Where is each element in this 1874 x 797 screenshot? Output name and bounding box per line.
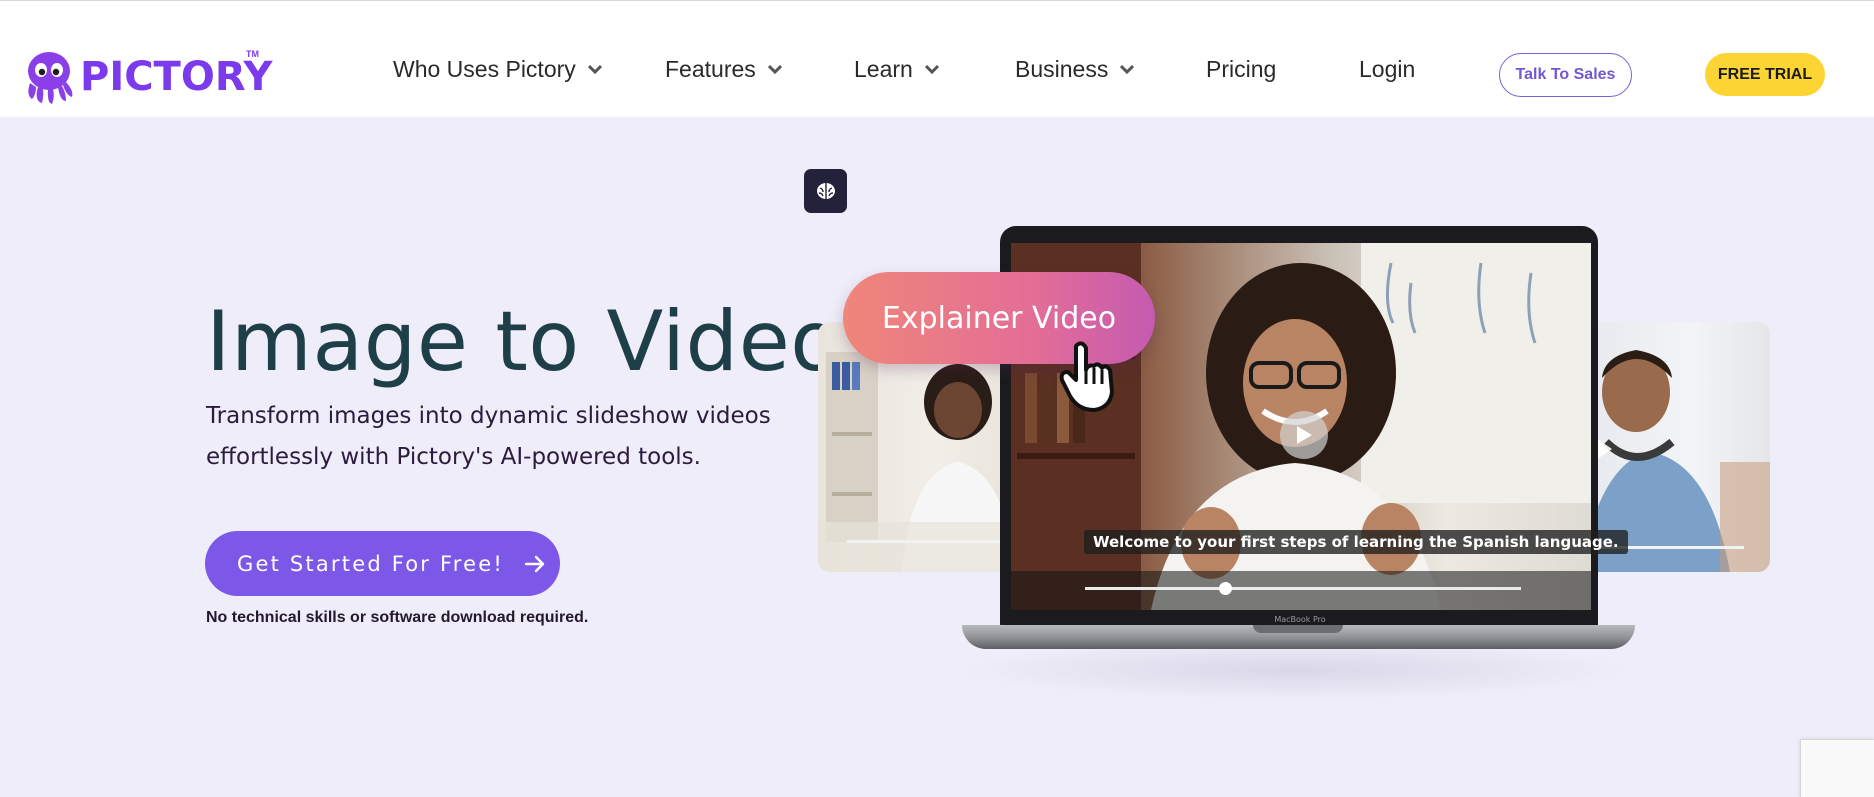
site-header: PICTORY TM Who Uses Pictory Features Lea… bbox=[0, 0, 1874, 117]
hero-subtitle-line: effortlessly with Pictory's AI-powered t… bbox=[206, 444, 701, 470]
laptop-notch bbox=[1253, 625, 1343, 633]
left-card-progress bbox=[847, 540, 1007, 543]
nav-label: Login bbox=[1359, 55, 1416, 82]
hero-note: No technical skills or software download… bbox=[206, 609, 589, 626]
nav-label: Who Uses Pictory bbox=[393, 55, 576, 82]
play-icon bbox=[1297, 426, 1312, 444]
video-caption: Welcome to your first steps of learning … bbox=[1084, 530, 1628, 554]
nav-label: Pricing bbox=[1206, 55, 1277, 82]
get-started-button[interactable]: Get Started For Free! bbox=[205, 531, 560, 596]
video-control-bar bbox=[1011, 571, 1591, 610]
logo-wordmark: PICTORY bbox=[80, 54, 273, 100]
hero-subtitle: Transform images into dynamic slideshow … bbox=[206, 396, 806, 478]
recaptcha-badge[interactable] bbox=[1800, 739, 1874, 797]
trademark-mark: TM bbox=[246, 49, 259, 59]
arrow-right-icon bbox=[524, 555, 545, 572]
chevron-down-icon bbox=[767, 64, 782, 74]
hero-subtitle-line: Transform images into dynamic slideshow … bbox=[206, 403, 771, 429]
nav-pricing[interactable]: Pricing bbox=[1206, 51, 1276, 87]
nav-label: Learn bbox=[854, 55, 913, 82]
laptop-shadow bbox=[960, 640, 1630, 700]
ai-badge bbox=[804, 169, 847, 213]
chevron-down-icon bbox=[924, 64, 939, 74]
talk-to-sales-button[interactable]: Talk To Sales bbox=[1499, 53, 1632, 97]
chevron-down-icon bbox=[587, 64, 602, 74]
play-button[interactable] bbox=[1280, 411, 1328, 459]
laptop-model-label: MacBook Pro bbox=[1274, 615, 1326, 624]
free-trial-button[interactable]: FREE TRIAL bbox=[1705, 53, 1825, 96]
nav-learn[interactable]: Learn bbox=[854, 51, 939, 87]
octopus-logo-icon bbox=[28, 52, 73, 104]
chevron-down-icon bbox=[1120, 64, 1135, 74]
nav-features[interactable]: Features bbox=[665, 51, 782, 87]
pictory-logo[interactable]: PICTORY bbox=[22, 49, 272, 105]
nav-label: Features bbox=[665, 55, 756, 82]
get-started-label: Get Started For Free! bbox=[237, 551, 504, 576]
pointer-hand-icon bbox=[1059, 341, 1114, 412]
video-progress-bar[interactable] bbox=[1085, 582, 1521, 595]
nav-login[interactable]: Login bbox=[1359, 51, 1415, 87]
brain-icon bbox=[816, 183, 835, 199]
page-title: Image to Video bbox=[206, 293, 842, 390]
progress-scrubber[interactable] bbox=[1218, 582, 1232, 595]
nav-business[interactable]: Business bbox=[1015, 51, 1135, 87]
nav-label: Business bbox=[1015, 55, 1109, 82]
nav-who-uses[interactable]: Who Uses Pictory bbox=[393, 51, 602, 87]
